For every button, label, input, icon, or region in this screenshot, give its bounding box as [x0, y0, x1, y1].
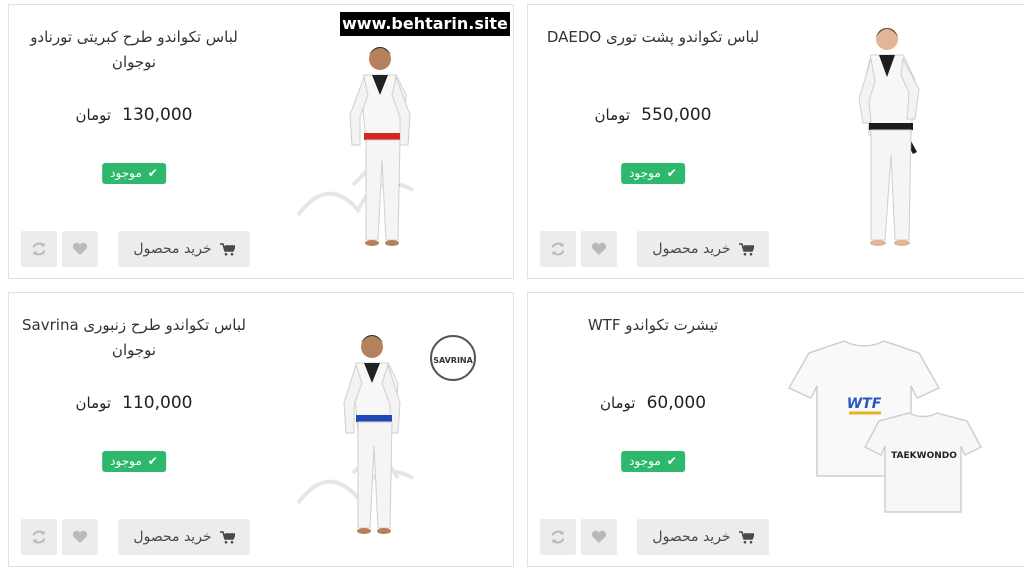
heart-icon	[591, 530, 607, 544]
refresh-icon	[550, 241, 566, 257]
refresh-icon	[550, 529, 566, 545]
product-price: 550,000 تومان	[528, 105, 778, 125]
tshirt-image: WTF TAEKWONDO	[787, 340, 983, 513]
product-image[interactable]: WTF TAEKWONDO	[769, 303, 1014, 558]
compare-button[interactable]	[540, 519, 576, 555]
add-to-cart-label: خرید محصول	[652, 529, 731, 545]
product-title[interactable]: تیشرت تکواندو WTF	[540, 313, 766, 338]
check-icon: ✔	[147, 454, 158, 468]
compare-button[interactable]	[21, 231, 57, 267]
price-value: 550,000	[641, 105, 712, 125]
product-image[interactable]	[769, 15, 1014, 270]
stock-label: موجود	[629, 166, 661, 180]
uniform-figure-image	[296, 47, 414, 246]
stock-badge: ✔ موجود	[102, 163, 166, 184]
product-title[interactable]: لباس تکواندو پشت توری DAEDO	[540, 25, 766, 50]
add-to-cart-label: خرید محصول	[133, 529, 212, 545]
price-value: 110,000	[122, 393, 193, 413]
cart-icon	[738, 530, 754, 544]
cart-icon	[219, 530, 235, 544]
check-icon: ✔	[147, 166, 158, 180]
add-to-cart-button[interactable]: خرید محصول	[637, 519, 769, 555]
stock-badge: ✔ موجود	[621, 451, 685, 472]
refresh-icon	[31, 241, 47, 257]
cart-icon	[219, 242, 235, 256]
product-title[interactable]: لباس تکواندو طرح کبریتی تورنادو نوجوان	[21, 25, 247, 75]
svg-text:TAEKWONDO: TAEKWONDO	[891, 451, 957, 461]
check-icon: ✔	[666, 166, 677, 180]
price-currency: تومان	[75, 394, 112, 412]
add-to-cart-button[interactable]: خرید محصول	[118, 519, 250, 555]
svg-text:SAVRINA: SAVRINA	[433, 356, 473, 365]
stock-label: موجود	[110, 166, 142, 180]
stock-label: موجود	[629, 454, 661, 468]
compare-button[interactable]	[21, 519, 57, 555]
product-title[interactable]: لباس تکواندو طرح زنبوری Savrina نوجوان	[21, 313, 247, 363]
heart-icon	[72, 530, 88, 544]
compare-button[interactable]	[540, 231, 576, 267]
product-price: 130,000 تومان	[9, 105, 259, 125]
product-price: 60,000 تومان	[528, 393, 778, 413]
product-card[interactable]: SAVRINA لباس تکواندو طرح زنبوری Savrina …	[8, 292, 514, 567]
price-currency: تومان	[599, 394, 636, 412]
product-image[interactable]	[258, 15, 503, 270]
add-to-cart-button[interactable]: خرید محصول	[118, 231, 250, 267]
uniform-figure-image: SAVRINA	[296, 335, 476, 534]
wishlist-button[interactable]	[581, 231, 617, 267]
svg-text:WTF: WTF	[847, 396, 882, 412]
heart-icon	[591, 242, 607, 256]
product-card[interactable]: لباس تکواندو پشت توری DAEDO 550,000 توما…	[527, 4, 1024, 279]
cart-icon	[738, 242, 754, 256]
uniform-figure-image	[858, 28, 920, 246]
wishlist-button[interactable]	[62, 231, 98, 267]
add-to-cart-button[interactable]: خرید محصول	[637, 231, 769, 267]
product-price: 110,000 تومان	[9, 393, 259, 413]
product-image[interactable]: SAVRINA	[258, 303, 503, 558]
add-to-cart-label: خرید محصول	[652, 241, 731, 257]
heart-icon	[72, 242, 88, 256]
product-card[interactable]: لباس تکواندو طرح کبریتی تورنادو نوجوان 1…	[8, 4, 514, 279]
add-to-cart-label: خرید محصول	[133, 241, 212, 257]
price-value: 130,000	[122, 105, 193, 125]
watermark-label: www.behtarin.site	[340, 12, 510, 36]
refresh-icon	[31, 529, 47, 545]
stock-badge: ✔ موجود	[102, 451, 166, 472]
product-card[interactable]: WTF TAEKWONDO تیشرت تکواندو WTF 60,000 ت…	[527, 292, 1024, 567]
price-currency: تومان	[75, 106, 112, 124]
price-currency: تومان	[594, 106, 631, 124]
wishlist-button[interactable]	[581, 519, 617, 555]
check-icon: ✔	[666, 454, 677, 468]
price-value: 60,000	[646, 393, 707, 413]
stock-badge: ✔ موجود	[621, 163, 685, 184]
stock-label: موجود	[110, 454, 142, 468]
wishlist-button[interactable]	[62, 519, 98, 555]
